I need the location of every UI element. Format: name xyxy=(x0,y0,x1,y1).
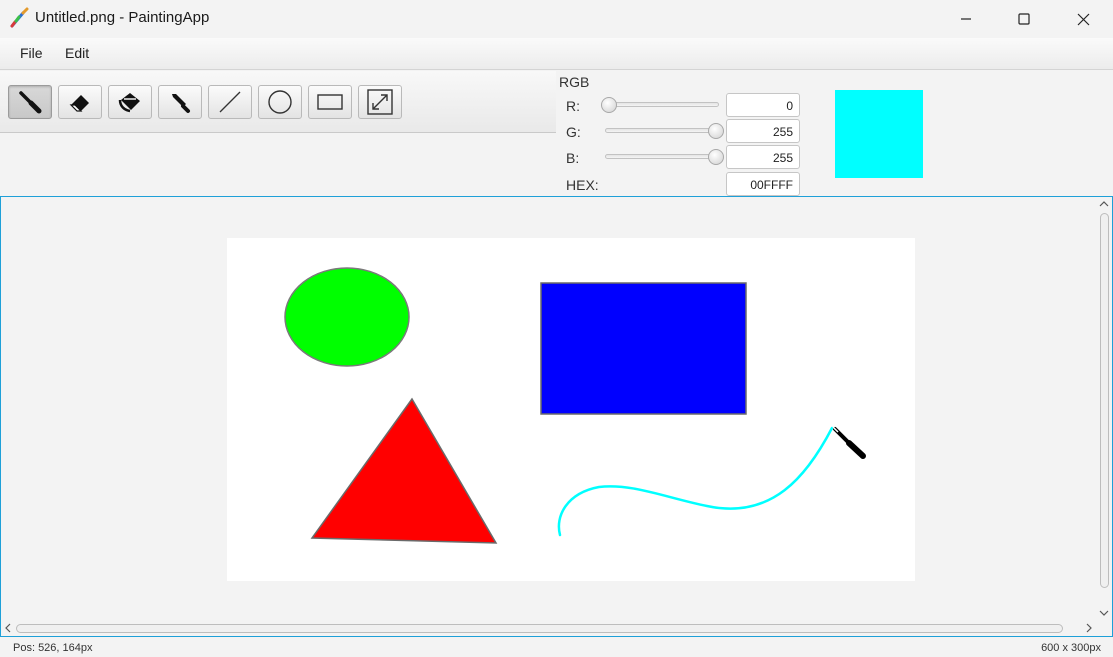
line-icon xyxy=(219,91,241,113)
vertical-scroll-thumb[interactable] xyxy=(1100,213,1109,588)
blue-slider-track[interactable] xyxy=(605,154,719,159)
line-tool-button[interactable] xyxy=(208,85,252,119)
minimize-icon xyxy=(961,18,971,20)
ellipse-tool-button[interactable] xyxy=(258,85,302,119)
title-bar: Untitled.png - PaintingApp xyxy=(0,0,1113,38)
blue-value-field[interactable]: 255 xyxy=(726,145,800,169)
blue-rectangle-shape xyxy=(540,282,747,415)
window-title: Untitled.png - PaintingApp xyxy=(35,9,210,26)
scroll-left-arrow-icon[interactable] xyxy=(4,623,12,633)
paint-bucket-icon xyxy=(118,93,140,113)
color-picker-tool-button[interactable] xyxy=(158,85,202,119)
red-value-field[interactable]: 0 xyxy=(726,93,800,117)
blue-label: B: xyxy=(566,150,580,166)
circle-icon xyxy=(268,90,292,114)
rgb-heading: RGB xyxy=(559,74,590,90)
horizontal-scroll-thumb[interactable] xyxy=(16,624,1063,633)
paintbrush-app-icon xyxy=(10,7,29,28)
tool-bar xyxy=(0,71,556,133)
blue-slider-thumb[interactable] xyxy=(708,149,724,165)
resize-tool-button[interactable] xyxy=(358,85,402,119)
scroll-right-arrow-icon[interactable] xyxy=(1085,623,1093,633)
drawing-canvas[interactable] xyxy=(227,238,915,581)
hex-value-field[interactable]: 00FFFF xyxy=(726,172,800,196)
green-label: G: xyxy=(566,124,581,140)
menu-edit[interactable]: Edit xyxy=(65,45,89,61)
resize-icon xyxy=(367,89,393,115)
hex-label: HEX: xyxy=(566,177,599,193)
eraser-tool-button[interactable] xyxy=(58,85,102,119)
green-slider-track[interactable] xyxy=(605,128,719,133)
menu-bar: File Edit xyxy=(0,38,1113,70)
menu-file[interactable]: File xyxy=(20,45,43,61)
green-ellipse-shape xyxy=(284,267,410,367)
green-slider-thumb[interactable] xyxy=(708,123,724,139)
green-value-field[interactable]: 255 xyxy=(726,119,800,143)
rectangle-icon xyxy=(317,94,343,110)
fill-tool-button[interactable] xyxy=(108,85,152,119)
eraser-icon xyxy=(69,95,89,112)
maximize-icon xyxy=(1018,13,1030,25)
red-label: R: xyxy=(566,98,580,114)
rectangle-tool-button[interactable] xyxy=(308,85,352,119)
close-button[interactable] xyxy=(1054,0,1112,38)
cursor-position-text: Pos: 526, 164px xyxy=(13,642,93,654)
brush-tool-button[interactable] xyxy=(8,85,52,119)
eyedropper-icon xyxy=(172,94,190,113)
status-bar: Pos: 526, 164px 600 x 300px xyxy=(0,638,1113,657)
minimize-button[interactable] xyxy=(937,0,995,38)
close-icon xyxy=(1077,13,1089,25)
maximize-button[interactable] xyxy=(995,0,1053,38)
brush-icon xyxy=(19,91,42,114)
red-slider-track[interactable] xyxy=(605,102,719,107)
scroll-down-arrow-icon[interactable] xyxy=(1099,609,1109,617)
color-preview-swatch xyxy=(835,90,923,178)
canvas-size-text: 600 x 300px xyxy=(1041,642,1101,654)
red-slider-thumb[interactable] xyxy=(601,97,617,113)
scroll-up-arrow-icon[interactable] xyxy=(1099,200,1109,208)
